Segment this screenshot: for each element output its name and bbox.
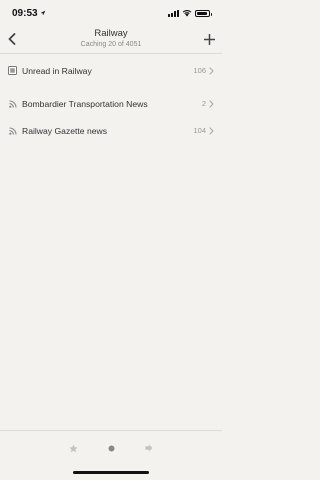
plus-icon [203,33,215,45]
add-button[interactable] [201,29,217,49]
starred-filter-button[interactable] [66,441,80,455]
chevron-left-icon [8,33,16,45]
page-title: Railway [94,28,128,39]
unread-folder-icon [8,66,17,75]
unread-count: 106 [193,66,206,75]
unread-count: 2 [201,99,206,108]
unread-filter-button[interactable] [104,441,118,455]
chevron-right-icon [209,99,214,108]
navigation-bar: Railway Caching 20 of 4051 [0,26,222,54]
bottom-toolbar [0,430,222,466]
feed-label: Bombardier Transportation News [22,98,148,109]
cellular-signal-icon [168,9,179,17]
status-indicators [168,9,212,17]
status-time-group: 09:53 [12,8,46,19]
unread-count: 104 [193,126,206,135]
location-arrow-icon [40,10,45,16]
nav-title-group: Railway Caching 20 of 4051 [40,28,182,50]
chevron-right-icon [209,66,214,75]
status-time: 09:53 [12,7,38,19]
back-button[interactable] [5,29,19,49]
dot-icon [108,445,114,451]
feed-list: Unread in Railway 106 Bombardier Transpo… [0,55,222,146]
rss-icon [8,126,17,135]
feed-label: Unread in Railway [22,65,92,76]
star-icon [68,443,78,452]
battery-icon [195,9,212,17]
rss-icon [8,99,17,108]
home-indicator [73,471,149,474]
caching-status: Caching 20 of 4051 [80,41,142,48]
feed-row-railway-gazette[interactable]: Railway Gazette news 104 [0,115,222,146]
chevron-right-icon [209,126,214,135]
feed-row-unread[interactable]: Unread in Railway 106 [0,55,222,86]
feed-label: Railway Gazette news [22,125,108,136]
all-filter-button[interactable] [142,441,156,455]
arrow-right-icon [145,444,153,452]
wifi-icon [182,9,192,17]
status-bar: 09:53 [0,0,222,26]
battery-level [197,11,207,15]
